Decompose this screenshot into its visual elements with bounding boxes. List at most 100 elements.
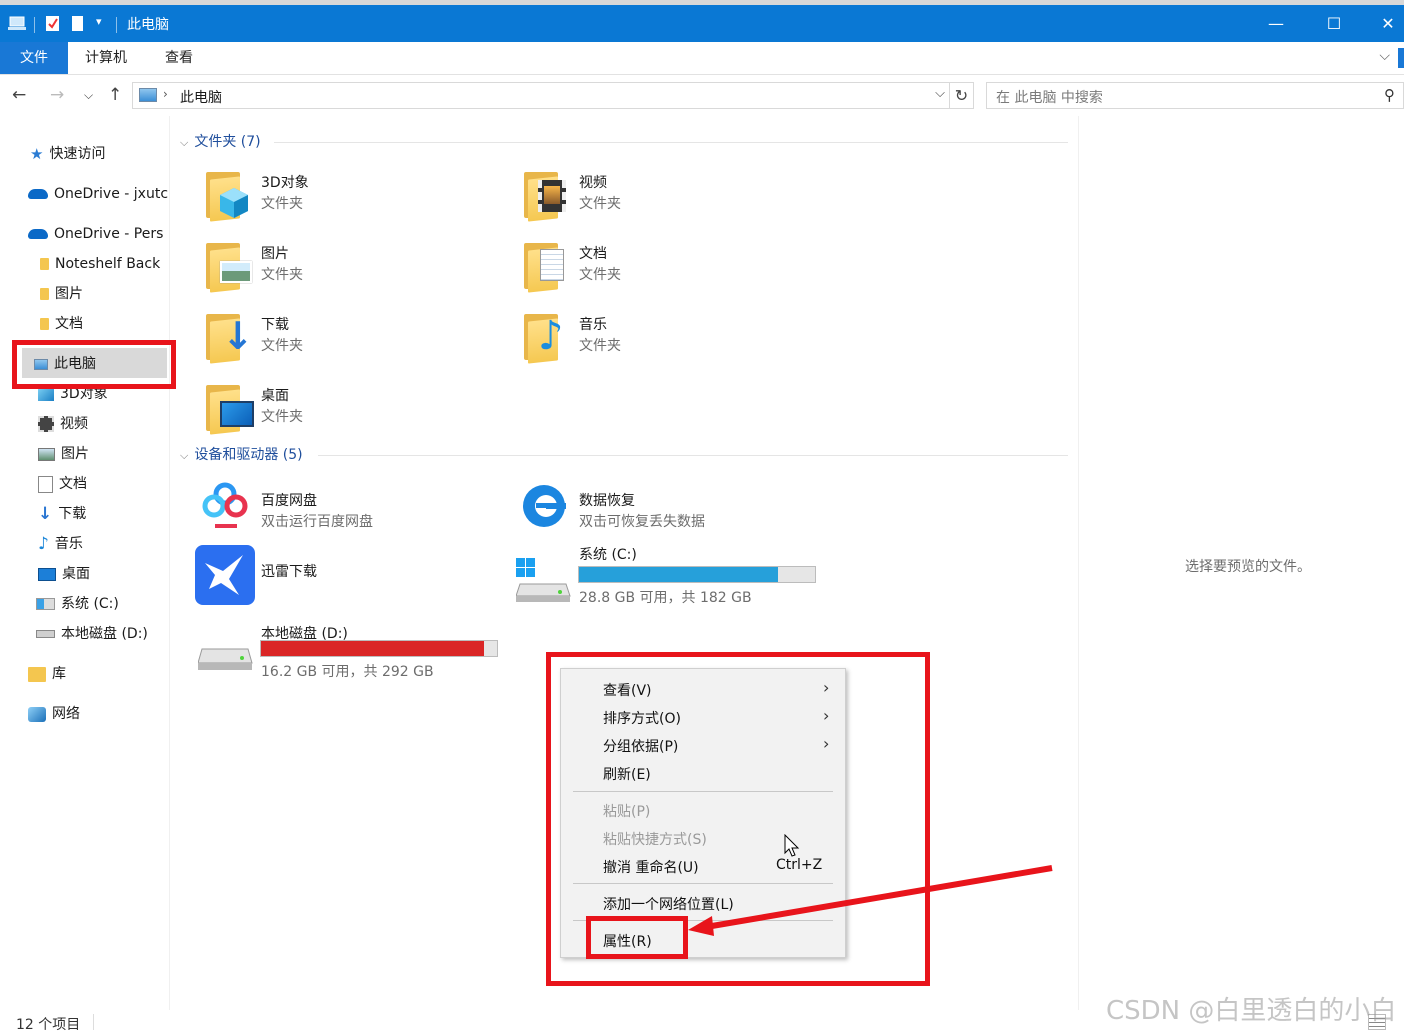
nav-onedrive-1[interactable]: OneDrive - jxutc bbox=[28, 182, 168, 206]
star-icon: ★ bbox=[30, 145, 44, 163]
tab-file[interactable]: 文件 bbox=[0, 42, 68, 74]
documents-icon bbox=[38, 475, 53, 493]
expand-ribbon-icon[interactable]: ⌵ bbox=[1379, 48, 1390, 64]
nav-onedrive-2[interactable]: OneDrive - Pers bbox=[28, 222, 163, 246]
downloads-icon: ↓ bbox=[38, 504, 53, 524]
device-name: 百度网盘 bbox=[261, 493, 317, 509]
nav-od-documents[interactable]: 文档 bbox=[40, 312, 83, 336]
close-button[interactable]: ✕ bbox=[1365, 9, 1404, 39]
nav-videos[interactable]: 视频 bbox=[38, 412, 88, 436]
chevron-right-icon: › bbox=[823, 706, 830, 725]
help-icon[interactable] bbox=[1398, 48, 1404, 68]
nav-videos-label: 视频 bbox=[60, 416, 88, 432]
nav-downloads-label: 下载 bbox=[58, 506, 87, 522]
nav-library[interactable]: 库 bbox=[28, 662, 66, 686]
chevron-down-icon[interactable]: ⌵ bbox=[180, 449, 188, 462]
nav-network[interactable]: 网络 bbox=[28, 702, 80, 726]
folder-tile-desktop[interactable]: 桌面 文件夹 bbox=[178, 381, 478, 443]
breadcrumb[interactable]: 此电脑 bbox=[180, 87, 222, 107]
folder-type: 文件夹 bbox=[579, 267, 621, 283]
folder-name: 3D对象 bbox=[261, 175, 309, 191]
nav-quick-access[interactable]: ★ 快速访问 bbox=[30, 142, 105, 166]
new-folder-icon[interactable] bbox=[72, 16, 84, 32]
nav-noteshelf[interactable]: Noteshelf Back bbox=[40, 252, 160, 276]
device-baidu[interactable]: 百度网盘 双击运行百度网盘 bbox=[178, 474, 478, 548]
menu-item-view[interactable]: 查看(V) bbox=[603, 680, 652, 700]
tab-computer[interactable]: 计算机 bbox=[68, 42, 144, 74]
nav-music[interactable]: ♪ 音乐 bbox=[38, 532, 83, 556]
divider bbox=[93, 1014, 94, 1030]
folders-group-header[interactable]: ⌵ 文件夹 (7) bbox=[180, 131, 261, 151]
folder-name: 音乐 bbox=[579, 317, 607, 333]
folders-group-title: 文件夹 (7) bbox=[194, 134, 261, 150]
network-icon bbox=[28, 706, 46, 722]
properties-icon[interactable] bbox=[46, 16, 60, 32]
nav-desktop[interactable]: 桌面 bbox=[38, 562, 90, 586]
folder-type: 文件夹 bbox=[579, 338, 621, 354]
folder-tile-downloads[interactable]: ↓ 下载 文件夹 bbox=[178, 310, 478, 372]
device-description: 双击运行百度网盘 bbox=[261, 514, 373, 530]
customize-toolbar-icon[interactable]: ▾ bbox=[96, 15, 102, 28]
address-bar[interactable]: › 此电脑 ⌵ bbox=[132, 82, 950, 109]
menu-item-group-by[interactable]: 分组依据(P) bbox=[603, 736, 678, 756]
nav-pictures-label: 图片 bbox=[61, 446, 89, 462]
divider bbox=[318, 455, 1068, 456]
nav-network-label: 网络 bbox=[52, 706, 80, 722]
device-description: 28.8 GB 可用，共 182 GB bbox=[579, 590, 752, 606]
chevron-right-icon[interactable]: › bbox=[163, 87, 168, 101]
device-c-drive[interactable]: 系统 (C:) 28.8 GB 可用，共 182 GB bbox=[496, 546, 826, 608]
chevron-down-icon[interactable]: ⌵ bbox=[935, 86, 945, 101]
menu-item-paste[interactable]: 粘贴(P) bbox=[603, 801, 650, 821]
this-pc-icon bbox=[8, 16, 26, 30]
menu-item-refresh[interactable]: 刷新(E) bbox=[603, 764, 651, 784]
nav-c-drive[interactable]: 系统 (C:) bbox=[36, 592, 119, 616]
device-d-drive[interactable]: 本地磁盘 (D:) 16.2 GB 可用，共 292 GB bbox=[178, 619, 508, 681]
nav-documents[interactable]: 文档 bbox=[38, 472, 87, 496]
folder-name: 桌面 bbox=[261, 388, 289, 404]
maximize-button[interactable]: ☐ bbox=[1311, 9, 1357, 39]
menu-item-sort-by[interactable]: 排序方式(O) bbox=[603, 708, 681, 728]
nav-onedrive-2-label: OneDrive - Pers bbox=[54, 226, 164, 242]
folder-tile-documents[interactable]: 文档 文件夹 bbox=[496, 239, 796, 301]
folder-tile-music[interactable]: ♪ 音乐 文件夹 bbox=[496, 310, 796, 372]
nav-quick-access-label: 快速访问 bbox=[49, 146, 106, 162]
nav-d-drive[interactable]: 本地磁盘 (D:) bbox=[36, 622, 148, 646]
nav-c-drive-label: 系统 (C:) bbox=[61, 596, 119, 612]
forward-icon[interactable]: → bbox=[50, 85, 64, 105]
back-icon[interactable]: ← bbox=[12, 85, 26, 105]
minimize-button[interactable]: — bbox=[1253, 9, 1299, 39]
menu-item-paste-shortcut[interactable]: 粘贴快捷方式(S) bbox=[603, 829, 707, 849]
refresh-button[interactable]: ↻ bbox=[950, 82, 974, 109]
folder-type: 文件夹 bbox=[261, 267, 303, 283]
recent-locations-icon[interactable]: ⌵ bbox=[84, 88, 93, 103]
up-icon[interactable]: ↑ bbox=[108, 85, 122, 105]
device-name: 数据恢复 bbox=[579, 493, 635, 509]
divider bbox=[274, 142, 1068, 143]
tab-view[interactable]: 查看 bbox=[148, 42, 210, 74]
folder-tile-pictures[interactable]: 图片 文件夹 bbox=[178, 239, 478, 301]
annotation-box-this-pc bbox=[12, 340, 176, 389]
navigation-bar: ← → ⌵ ↑ › 此电脑 ⌵ ↻ 在 此电脑 中搜索 ⚲ bbox=[0, 76, 1404, 116]
device-recovery[interactable]: 数据恢复 双击可恢复丢失数据 bbox=[496, 485, 796, 548]
search-icon[interactable]: ⚲ bbox=[1384, 86, 1395, 104]
title-bar: ▾ 此电脑 — ☐ ✕ bbox=[0, 0, 1404, 42]
devices-group-header[interactable]: ⌵ 设备和驱动器 (5) bbox=[180, 444, 303, 464]
this-pc-icon bbox=[139, 88, 157, 102]
search-input[interactable]: 在 此电脑 中搜索 ⚲ bbox=[986, 82, 1404, 109]
ribbon: 文件 计算机 查看 ⌵ bbox=[0, 42, 1404, 75]
chevron-down-icon[interactable]: ⌵ bbox=[180, 136, 188, 149]
videos-icon bbox=[38, 416, 54, 432]
device-xunlei[interactable]: 迅雷下载 bbox=[178, 545, 478, 619]
nav-downloads[interactable]: ↓ 下载 bbox=[38, 502, 86, 526]
d-drive-usage-fill bbox=[261, 641, 485, 656]
folder-name: 视频 bbox=[579, 175, 607, 191]
nav-pictures[interactable]: 图片 bbox=[38, 442, 89, 466]
folder-tile-3d[interactable]: 3D对象 文件夹 bbox=[178, 168, 478, 230]
nav-od-pictures[interactable]: 图片 bbox=[40, 282, 83, 306]
folder-tile-videos[interactable]: 视频 文件夹 bbox=[496, 168, 796, 230]
folder-name: 文档 bbox=[579, 246, 607, 262]
folder-icon bbox=[40, 318, 49, 330]
pictures-icon bbox=[38, 447, 55, 461]
c-drive-usage-bar bbox=[578, 566, 816, 583]
preview-message: 选择要预览的文件。 bbox=[1185, 559, 1311, 575]
